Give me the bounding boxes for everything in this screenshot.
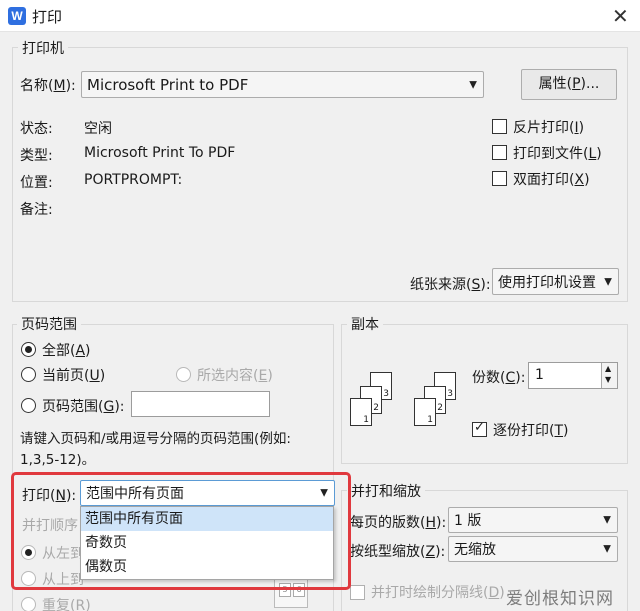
page-numbers-radio[interactable] [21,398,36,413]
all-pages-radio[interactable] [21,342,36,357]
page-numbers-input[interactable] [131,391,270,417]
title-bar: W 打印 ✕ [0,0,640,32]
page-range-title: 页码范围 [17,314,81,334]
chevron-down-icon: ▼ [604,276,612,287]
repeat-radio[interactable] [21,597,36,611]
location-label: 位置: [20,175,53,191]
paper-source-label: 纸张来源(S): [410,277,491,293]
collate-checkbox[interactable] [472,420,487,437]
spin-up-icon[interactable]: ▲ [605,364,611,373]
reverse-print-checkbox[interactable] [492,119,507,134]
copies-count-label: 份数(C): [472,370,526,386]
paper-source-select[interactable]: 使用打印机设置 ▼ [492,268,619,295]
status-value: 空闲 [84,121,112,137]
highlight-box [11,472,351,590]
pages-per-sheet-select[interactable]: 1 版 ▼ [448,507,618,533]
close-icon[interactable]: ✕ [612,4,629,28]
comment-label: 备注: [20,202,53,218]
location-value: PORTPROMPT: [84,172,183,188]
printer-name-label: 名称(M): [20,78,76,94]
chevron-down-icon: ▼ [469,79,477,90]
zoom-title: 并打和缩放 [347,481,425,501]
wps-app-icon: W [8,7,26,25]
page-range-hint-2: 1,3,5-12)。 [20,452,96,468]
collate-stack-icon-2: 3 2 1 [414,372,464,428]
separator-checkbox[interactable] [350,585,365,600]
print-to-file-checkbox[interactable] [492,145,507,160]
duplex-checkbox[interactable] [492,171,507,186]
pages-per-sheet-label: 每页的版数(H): [350,515,447,531]
printer-name-select[interactable]: Microsoft Print to PDF ▼ [81,71,484,98]
printer-group-title: 打印机 [18,38,68,58]
print-to-file-label[interactable]: 打印到文件(L) [513,143,602,163]
paper-source-value: 使用打印机设置 [498,274,596,291]
separator-label: 并打时绘制分隔线(D) [371,585,505,601]
copies-count-value: 1 [535,367,544,383]
repeat-label: 重复(R) [42,598,91,611]
collate-stack-icon-1: 3 2 1 [350,372,400,428]
type-label: 类型: [20,148,53,164]
dialog-title: 打印 [32,8,63,26]
duplex-label[interactable]: 双面打印(X) [513,169,590,189]
spin-down-icon[interactable]: ▼ [605,375,611,384]
copies-spinner[interactable]: ▲ ▼ [601,363,617,388]
properties-button[interactable]: 属性(P)... [521,69,617,100]
page-numbers-label[interactable]: 页码范围(G): [42,396,125,416]
type-value: Microsoft Print To PDF [84,145,236,161]
selection-radio[interactable] [176,367,191,382]
scale-select[interactable]: 无缩放 ▼ [448,536,618,562]
pages-per-sheet-value: 1 版 [454,513,482,529]
status-label: 状态: [20,121,53,137]
watermark: 爱创根知识网 [506,589,614,609]
reverse-print-label[interactable]: 反片打印(I) [513,117,584,137]
chevron-down-icon: ▼ [603,514,611,526]
chevron-down-icon: ▼ [603,543,611,555]
collate-label[interactable]: 逐份打印(T) [493,420,569,440]
copies-count-input[interactable]: 1 ▲ ▼ [528,362,618,389]
all-pages-label[interactable]: 全部(A) [42,340,91,360]
current-page-label[interactable]: 当前页(U) [42,365,105,385]
printer-name-value: Microsoft Print to PDF [87,75,249,94]
current-page-radio[interactable] [21,367,36,382]
selection-label: 所选内容(E) [197,368,273,384]
page-range-hint-1: 请键入页码和/或用逗号分隔的页码范围(例如: [20,431,291,447]
copies-title: 副本 [347,314,383,334]
scale-value: 无缩放 [454,542,496,558]
scale-label: 按纸型缩放(Z): [350,544,446,560]
